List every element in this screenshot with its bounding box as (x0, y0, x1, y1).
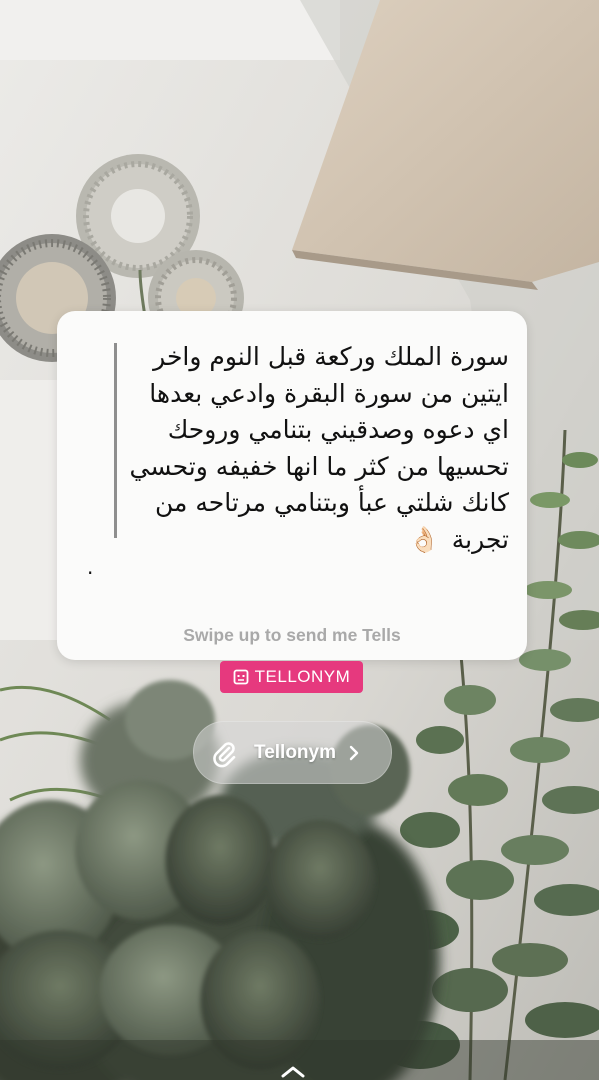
chevron-right-icon (349, 745, 359, 760)
tellonym-badge: TELLONYM (220, 661, 363, 693)
paperclip-icon (213, 741, 236, 767)
tell-message-body: سورة الملك وركعة قبل النوم واخر ايتين من… (129, 342, 509, 554)
tellonym-link-sticker[interactable]: Tellonym (193, 721, 392, 784)
tellonym-box-icon (233, 669, 249, 685)
tell-message-card: سورة الملك وركعة قبل النوم واخر ايتين من… (57, 311, 527, 660)
ok-hand-emoji: 👌🏻 (408, 524, 440, 554)
link-sticker-label: Tellonym (254, 741, 336, 763)
chevron-up-icon[interactable] (280, 1064, 306, 1078)
quote-bar (114, 343, 117, 538)
stray-dot: . (87, 555, 94, 579)
swipe-up-hint: Swipe up to send me Tells (183, 625, 401, 645)
tell-message-text: سورة الملك وركعة قبل النوم واخر ايتين من… (129, 339, 509, 559)
tellonym-badge-label: TELLONYM (254, 667, 351, 686)
